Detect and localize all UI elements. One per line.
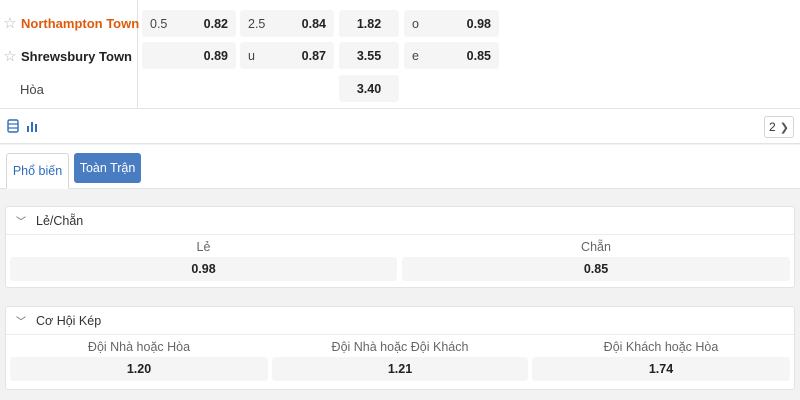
outcome-home-or-draw: Đội Nhà hoặc Hòa 1.20	[10, 337, 268, 381]
outcome-name: Chẵn	[581, 240, 611, 254]
favorite-star-icon[interactable]: ☆	[0, 14, 20, 32]
outcome-odds-button[interactable]: 0.98	[10, 257, 397, 281]
odds-toolbar: 2 ❯	[0, 108, 800, 144]
outcome-name: Đội Nhà hoặc Hòa	[87, 340, 191, 354]
market-title: Lẻ/Chẵn	[36, 213, 84, 228]
market-odd-even: ﹀ Lẻ/Chẵn Lẻ 0.98 Chẵn 0.85	[5, 206, 795, 288]
market-header[interactable]: ﹀ Lẻ/Chẵn	[6, 207, 794, 235]
home-team-row: ☆ Northampton Town	[0, 8, 139, 38]
outcome-name: Lẻ	[196, 240, 211, 254]
stats-icon[interactable]	[24, 118, 40, 134]
home-win-odds[interactable]: 1.82	[339, 10, 399, 37]
draw-odds[interactable]: 3.40	[339, 75, 399, 102]
market-title: Cơ Hội Kép	[36, 313, 102, 328]
market-header[interactable]: ﹀ Cơ Hội Kép	[6, 307, 794, 335]
market-double-chance: ﹀ Cơ Hội Kép Đội Nhà hoặc Hòa 1.20 Đội N…	[5, 306, 795, 390]
outcome-name: Đội Nhà hoặc Đội Khách	[331, 340, 469, 354]
outcome-odd: Lẻ 0.98	[10, 237, 397, 281]
outcome-odds-button[interactable]: 1.21	[272, 357, 528, 381]
draw-label: Hòa	[20, 81, 44, 97]
favorite-star-icon[interactable]: ☆	[0, 47, 20, 65]
match-odds-table: ☆ Northampton Town 0.5 0.82 2.5 0.84 1.8…	[0, 0, 800, 108]
chevron-right-icon: ❯	[779, 121, 789, 134]
chevron-down-icon: ﹀	[16, 317, 26, 328]
outcome-name: Đội Khách hoặc Hòa	[603, 340, 719, 354]
market-tabs: Phổ biến Toàn Trận	[0, 145, 800, 189]
away-team-name[interactable]: Shrewsbury Town	[20, 49, 132, 64]
home-team-name[interactable]: Northampton Town	[20, 16, 139, 31]
home-handicap-odds[interactable]: 0.5 0.82	[142, 10, 236, 37]
market-count-toggle[interactable]: 2 ❯	[764, 116, 794, 138]
outcome-odds-button[interactable]: 0.85	[402, 257, 790, 281]
outcome-odds-button[interactable]: 1.74	[532, 357, 790, 381]
outcome-even: Chẵn 0.85	[402, 237, 790, 281]
away-oddeven-odds[interactable]: e 0.85	[404, 42, 499, 69]
match-odds-page: ☆ Northampton Town 0.5 0.82 2.5 0.84 1.8…	[0, 0, 800, 400]
away-win-odds[interactable]: 3.55	[339, 42, 399, 69]
away-handicap-odds[interactable]: 0.89	[142, 42, 236, 69]
list-icon[interactable]	[5, 118, 21, 134]
chevron-down-icon: ﹀	[16, 217, 26, 228]
outcome-away-or-draw: Đội Khách hoặc Hòa 1.74	[532, 337, 790, 381]
market-count: 2	[769, 120, 776, 134]
tab-popular[interactable]: Phổ biến	[6, 153, 69, 189]
outcome-home-or-away: Đội Nhà hoặc Đội Khách 1.21	[272, 337, 528, 381]
away-team-row: ☆ Shrewsbury Town	[0, 41, 132, 71]
home-total-odds[interactable]: 2.5 0.84	[240, 10, 334, 37]
draw-row: Hòa	[0, 74, 44, 104]
away-total-odds[interactable]: u 0.87	[240, 42, 334, 69]
home-oddeven-odds[interactable]: o 0.98	[404, 10, 499, 37]
tab-full-match[interactable]: Toàn Trận	[74, 153, 141, 183]
outcome-odds-button[interactable]: 1.20	[10, 357, 268, 381]
